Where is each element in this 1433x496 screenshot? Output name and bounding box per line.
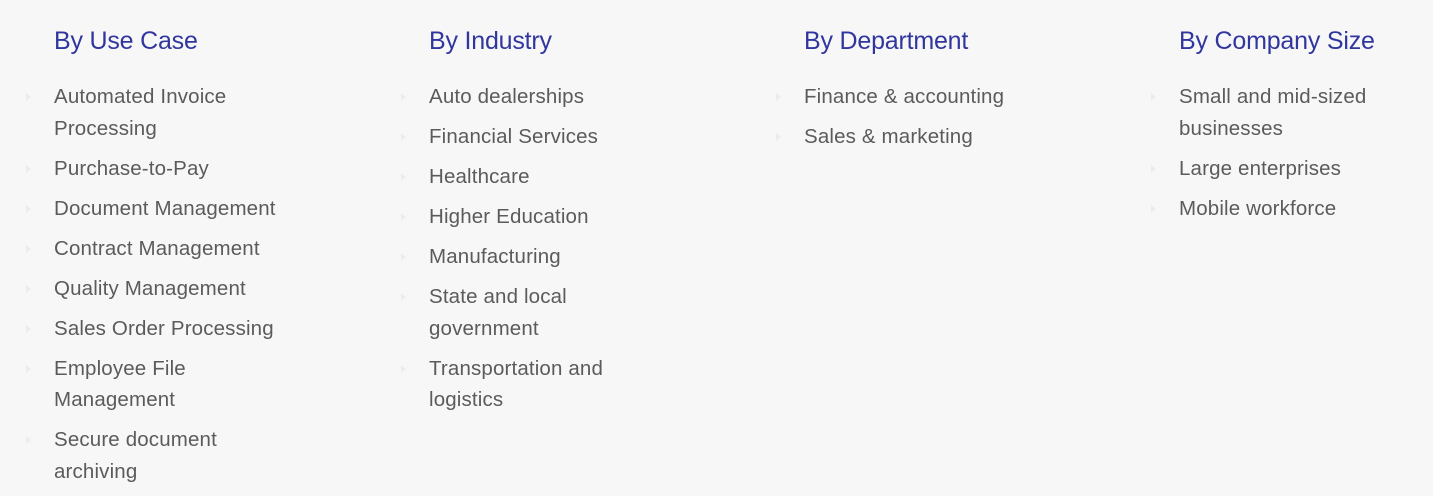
link-purchase-to-pay[interactable]: Purchase-to-Pay bbox=[54, 153, 289, 185]
bullet-icon bbox=[26, 284, 31, 293]
list-item: Automated Invoice Processing bbox=[26, 81, 314, 144]
bullet-icon bbox=[26, 436, 31, 444]
link-employee-file-management[interactable]: Employee File Management bbox=[54, 353, 289, 416]
bullet-icon bbox=[1151, 93, 1156, 101]
bullet-icon bbox=[776, 133, 781, 141]
bullet-icon bbox=[401, 93, 406, 101]
bullet-icon bbox=[26, 364, 31, 373]
list-item: Quality Management bbox=[26, 273, 314, 305]
list-item: Transportation and logistics bbox=[401, 353, 689, 416]
list-item: Contract Management bbox=[26, 233, 314, 265]
link-manufacturing[interactable]: Manufacturing bbox=[429, 241, 629, 273]
menu-column-use-case: By Use Case Automated Invoice Processing… bbox=[26, 26, 314, 496]
list-item: Document Management bbox=[26, 193, 314, 225]
menu-column-department: By Department Finance & accounting Sales… bbox=[776, 26, 1064, 161]
list-item: Manufacturing bbox=[401, 241, 689, 273]
list-item: Sales Order Processing bbox=[26, 313, 314, 345]
column-title-use-case: By Use Case bbox=[54, 27, 198, 55]
menu-column-industry: By Industry Auto dealerships Financial S… bbox=[401, 26, 689, 424]
list-item: Healthcare bbox=[401, 161, 689, 193]
list-item: Small and mid-sized businesses bbox=[1151, 81, 1433, 144]
list-item: Finance & accounting bbox=[776, 81, 1064, 113]
solutions-menu: By Use Case Automated Invoice Processing… bbox=[0, 0, 1433, 488]
link-transportation-and-logistics[interactable]: Transportation and logistics bbox=[429, 353, 629, 416]
list-item: State and local government bbox=[401, 281, 689, 344]
list-item: Employee File Management bbox=[26, 353, 314, 416]
link-state-and-local-government[interactable]: State and local government bbox=[429, 281, 629, 344]
bullet-icon bbox=[26, 204, 31, 213]
link-mobile-workforce[interactable]: Mobile workforce bbox=[1179, 193, 1389, 225]
link-financial-services[interactable]: Financial Services bbox=[429, 121, 629, 153]
list-item: Mobile workforce bbox=[1151, 193, 1433, 225]
bullet-icon bbox=[401, 253, 406, 261]
list-item: Auto dealerships bbox=[401, 81, 689, 113]
bullet-icon bbox=[1151, 164, 1156, 173]
department-list: Finance & accounting Sales & marketing bbox=[776, 81, 1064, 153]
bullet-icon bbox=[401, 133, 406, 141]
link-higher-education[interactable]: Higher Education bbox=[429, 201, 629, 233]
bullet-icon bbox=[26, 244, 31, 253]
bullet-icon bbox=[401, 364, 406, 373]
link-document-management[interactable]: Document Management bbox=[54, 193, 289, 225]
column-title-department: By Department bbox=[804, 27, 969, 55]
list-item: Large enterprises bbox=[1151, 153, 1433, 185]
bullet-icon bbox=[1151, 204, 1156, 213]
list-item: Purchase-to-Pay bbox=[26, 153, 314, 185]
link-quality-management[interactable]: Quality Management bbox=[54, 273, 289, 305]
bullet-icon bbox=[401, 173, 406, 181]
link-sales-and-marketing[interactable]: Sales & marketing bbox=[804, 121, 1044, 153]
link-large-enterprises[interactable]: Large enterprises bbox=[1179, 153, 1389, 185]
company-size-list: Small and mid-sized businesses Large ent… bbox=[1151, 81, 1433, 225]
bullet-icon bbox=[401, 213, 406, 221]
column-title-industry: By Industry bbox=[429, 27, 552, 55]
bullet-icon bbox=[26, 93, 31, 101]
link-contract-management[interactable]: Contract Management bbox=[54, 233, 289, 265]
link-automated-invoice-processing[interactable]: Automated Invoice Processing bbox=[54, 81, 289, 144]
menu-column-company-size: By Company Size Small and mid-sized busi… bbox=[1151, 26, 1433, 233]
list-item: Higher Education bbox=[401, 201, 689, 233]
bullet-icon bbox=[26, 164, 31, 173]
link-finance-and-accounting[interactable]: Finance & accounting bbox=[804, 81, 1044, 113]
bullet-icon bbox=[776, 93, 781, 101]
bullet-icon bbox=[26, 324, 31, 333]
link-secure-document-archiving[interactable]: Secure document archiving bbox=[54, 424, 289, 487]
list-item: Sales & marketing bbox=[776, 121, 1064, 153]
link-sales-order-processing[interactable]: Sales Order Processing bbox=[54, 313, 289, 345]
list-item: Secure document archiving bbox=[26, 424, 314, 487]
industry-list: Auto dealerships Financial Services Heal… bbox=[401, 81, 689, 416]
link-auto-dealerships[interactable]: Auto dealerships bbox=[429, 81, 629, 113]
use-case-list: Automated Invoice Processing Purchase-to… bbox=[26, 81, 314, 487]
column-title-company-size: By Company Size bbox=[1179, 27, 1375, 55]
link-healthcare[interactable]: Healthcare bbox=[429, 161, 629, 193]
bullet-icon bbox=[401, 293, 406, 301]
list-item: Financial Services bbox=[401, 121, 689, 153]
link-small-and-mid-sized-businesses[interactable]: Small and mid-sized businesses bbox=[1179, 81, 1389, 144]
